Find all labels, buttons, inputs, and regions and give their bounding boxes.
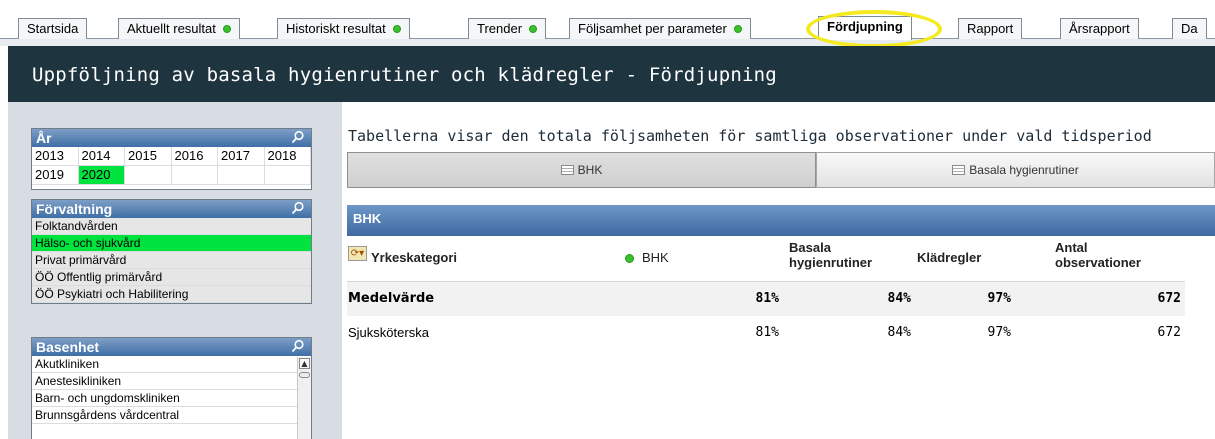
caption-label: År	[36, 130, 52, 146]
year-cell[interactable]: 2013	[32, 147, 79, 166]
main-content: Tabellerna visar den totala följsamheten…	[342, 102, 1215, 439]
table-icon	[952, 165, 966, 175]
year-cell-selected[interactable]: 2020	[78, 166, 125, 185]
page-title: Uppföljning av basala hygienrutiner och …	[32, 64, 777, 86]
year-listbox: År 2013 2014 2015 2016 2017 2018 2019 20…	[31, 128, 312, 190]
green-status-dot-icon	[222, 25, 231, 33]
tab-label: Historiskt resultat	[286, 21, 386, 36]
search-icon[interactable]	[291, 130, 305, 144]
sheet-tab-bar: Startsida Aktuellt resultat Historiskt r…	[0, 0, 1215, 46]
list-item[interactable]: Brunnsgårdens vårdcentral	[32, 407, 311, 424]
column-header-antal[interactable]: Antal observationer	[1055, 240, 1141, 270]
list-item[interactable]: Barn- och ungdomskliniken	[32, 390, 311, 407]
tab-bar-baseline	[0, 38, 1215, 46]
year-cell-empty	[171, 166, 218, 185]
tab-label: Årsrapport	[1069, 21, 1130, 36]
tab-label: Trender	[477, 21, 523, 36]
basenhet-listbox: Basenhet Akutkliniken Anestesikliniken B…	[31, 337, 312, 439]
row-label: Sjuksköterska	[348, 325, 429, 340]
filter-panel: År 2013 2014 2015 2016 2017 2018 2019 20…	[8, 102, 342, 439]
green-status-dot-icon	[529, 25, 538, 33]
caption-label: Förvaltning	[36, 201, 113, 217]
cell-bhk: 81%	[755, 291, 779, 306]
tab-da[interactable]: Da	[1172, 18, 1207, 39]
cell-bhk: 81%	[755, 325, 779, 340]
table-header: ⟳▾ Yrkeskategori BHK Basala hygienrutine…	[347, 236, 1185, 282]
forvaltning-listbox: Förvaltning Folktandvården Hälso- och sj…	[31, 199, 312, 304]
tab-historiskt-resultat[interactable]: Historiskt resultat	[277, 18, 410, 39]
search-icon[interactable]	[291, 339, 305, 353]
tab-label: Startsida	[27, 21, 79, 36]
table-row-average: Medelvärde 81% 84% 97% 672	[347, 282, 1185, 316]
main-caption: Tabellerna visar den totala följsamheten…	[348, 127, 1152, 145]
green-status-dot-icon	[392, 25, 401, 33]
cell-basala: 84%	[887, 291, 911, 306]
green-status-dot-icon	[625, 254, 634, 263]
cell-basala: 84%	[887, 325, 911, 340]
tab-foljsamhet-per-parameter[interactable]: Följsamhet per parameter	[569, 18, 751, 39]
column-header-kladregler[interactable]: Klädregler	[917, 250, 981, 265]
tab-rapport[interactable]: Rapport	[958, 18, 1023, 39]
year-listbox-caption[interactable]: År	[32, 129, 311, 147]
year-cell-empty	[218, 166, 265, 185]
cell-kladregler: 97%	[987, 291, 1011, 306]
results-table: ⟳▾ Yrkeskategori BHK Basala hygienrutine…	[347, 236, 1185, 350]
list-item[interactable]: Akutkliniken	[32, 356, 311, 373]
year-cell[interactable]: 2014	[78, 147, 125, 166]
list-item[interactable]: Anestesikliniken	[32, 373, 311, 390]
cycle-group-icon[interactable]: ⟳▾	[348, 246, 367, 261]
list-item[interactable]: ÖÖ Offentlig primärvård	[32, 269, 311, 286]
list-item[interactable]: Privat primärvård	[32, 252, 311, 269]
page-header: Uppföljning av basala hygienrutiner och …	[8, 46, 1215, 102]
column-header-yrkeskategori[interactable]: Yrkeskategori	[371, 250, 457, 265]
year-cell[interactable]: 2017	[218, 147, 265, 166]
forvaltning-listbox-caption[interactable]: Förvaltning	[32, 200, 311, 218]
green-status-dot-icon	[733, 25, 742, 33]
scroll-thumb[interactable]	[299, 372, 310, 378]
column-header-bhk[interactable]: BHK	[625, 250, 669, 265]
basenhet-listbox-caption[interactable]: Basenhet	[32, 338, 311, 356]
button-label: BHK	[577, 163, 603, 177]
vertical-scrollbar[interactable]: ▲	[297, 357, 311, 439]
column-header-basala[interactable]: Basala hygienrutiner	[789, 240, 872, 270]
tab-label: Da	[1181, 21, 1198, 36]
scroll-up-arrow-icon[interactable]: ▲	[299, 358, 310, 369]
tab-startsida[interactable]: Startsida	[18, 18, 88, 39]
cell-kladregler: 97%	[987, 325, 1011, 340]
table-selector-buttons: BHK Basala hygienrutiner	[347, 152, 1215, 189]
tab-trender[interactable]: Trender	[468, 18, 547, 39]
year-cell[interactable]: 2019	[32, 166, 79, 185]
list-item[interactable]: ÖÖ Psykiatri och Habilitering	[32, 286, 311, 303]
yellow-highlight-circle	[806, 10, 942, 46]
button-label: Basala hygienrutiner	[969, 163, 1079, 177]
bhk-button[interactable]: BHK	[347, 152, 816, 188]
year-cell[interactable]: 2018	[264, 147, 311, 166]
search-icon[interactable]	[291, 201, 305, 215]
basala-hygienrutiner-button[interactable]: Basala hygienrutiner	[816, 152, 1215, 188]
tab-label: Följsamhet per parameter	[578, 21, 727, 36]
year-grid: 2013 2014 2015 2016 2017 2018 2019 2020	[32, 147, 311, 185]
list-item-selected[interactable]: Hälso- och sjukvård	[32, 235, 311, 252]
section-caption: BHK	[347, 205, 1215, 236]
tab-aktuellt-resultat[interactable]: Aktuellt resultat	[118, 18, 240, 39]
cell-antal: 672	[1157, 325, 1181, 340]
tab-label: Aktuellt resultat	[127, 21, 216, 36]
cell-antal: 672	[1157, 291, 1181, 306]
list-item[interactable]: Folktandvården	[32, 218, 311, 235]
year-cell-empty	[125, 166, 172, 185]
tab-label: Rapport	[967, 21, 1014, 36]
year-cell[interactable]: 2015	[125, 147, 172, 166]
table-icon	[560, 165, 574, 175]
column-header-label: BHK	[642, 250, 669, 265]
caption-label: Basenhet	[36, 339, 100, 355]
year-cell[interactable]: 2016	[171, 147, 218, 166]
row-label: Medelvärde	[348, 291, 435, 306]
tab-arsrapport[interactable]: Årsrapport	[1060, 18, 1139, 39]
table-row: Sjuksköterska 81% 84% 97% 672	[347, 316, 1185, 350]
year-cell-empty	[264, 166, 311, 185]
